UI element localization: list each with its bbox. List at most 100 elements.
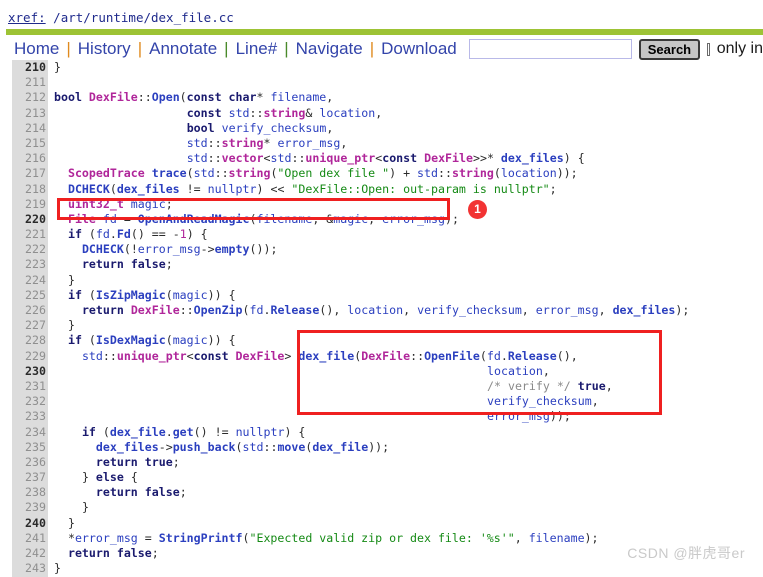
code-line: 229 std::unique_ptr<const DexFile> dex_f…: [0, 349, 763, 364]
line-number[interactable]: 217: [12, 166, 46, 181]
line-number[interactable]: 219: [12, 197, 46, 212]
line-number[interactable]: 234: [12, 425, 46, 440]
search-button[interactable]: Search: [638, 38, 701, 60]
code-line: 214 bool verify_checksum,: [0, 121, 763, 136]
xref-label: xref:: [8, 10, 46, 25]
line-content: location,: [487, 363, 550, 378]
code-line: 220 File fd = OpenAndReadMagic(filename,…: [0, 212, 763, 227]
line-number[interactable]: 241: [12, 531, 46, 546]
code-line: 221 if (fd.Fd() == -1) {: [0, 227, 763, 242]
line-content: }: [67, 318, 75, 333]
code-line: 223 return false;: [0, 257, 763, 272]
line-number[interactable]: 238: [12, 485, 46, 500]
line-content: bool DexFile::Open(const char* filename,: [54, 90, 334, 105]
code-line: 224 }: [0, 273, 763, 288]
breadcrumb: xref: /art/runtime/dex_file.cc: [8, 10, 234, 25]
nav-link-download[interactable]: Download: [375, 39, 463, 59]
code-line: 211: [0, 75, 763, 90]
line-number[interactable]: 216: [12, 151, 46, 166]
code-line: 217 ScopedTrace trace(std::string("Open …: [0, 166, 763, 181]
line-number[interactable]: 212: [12, 90, 46, 105]
line-number[interactable]: 215: [12, 136, 46, 151]
nav-link-home[interactable]: Home: [0, 39, 65, 59]
code-line: 230 location,: [0, 364, 763, 379]
line-content: return false;: [67, 546, 159, 560]
line-number[interactable]: 224: [12, 273, 46, 288]
code-line: 222 DCHECK(!error_msg->empty());: [0, 242, 763, 257]
line-number[interactable]: 236: [12, 455, 46, 470]
code-line: 219 uint32_t magic;: [0, 197, 763, 212]
source-code-viewer[interactable]: 210} 211 212 bool DexFile::Open(const char*…: [0, 60, 763, 577]
line-content: if (IsDexMagic(magic)) {: [67, 333, 236, 348]
code-line: 233 error_msg));: [0, 409, 763, 424]
line-content: }: [54, 60, 61, 74]
line-content: }: [67, 515, 75, 530]
line-number[interactable]: 229: [12, 349, 46, 364]
code-line: 234 if (dex_file.get() != nullptr) {: [0, 425, 763, 440]
code-line: 216 std::vector<std::unique_ptr<const De…: [0, 151, 763, 166]
code-line: 239 }: [0, 500, 763, 515]
code-line: 213 const std::string& location,: [0, 106, 763, 121]
line-number[interactable]: 239: [12, 500, 46, 515]
nav-link-annotate[interactable]: Annotate: [143, 39, 223, 59]
line-number[interactable]: 240: [12, 516, 46, 531]
line-number[interactable]: 228: [12, 333, 46, 348]
line-number[interactable]: 221: [12, 227, 46, 242]
search-input[interactable]: [468, 39, 632, 59]
code-line: 236 return true;: [0, 455, 763, 470]
line-number[interactable]: 226: [12, 303, 46, 318]
line-number[interactable]: 222: [12, 242, 46, 257]
line-content: const std::string& location,: [186, 105, 383, 120]
line-number[interactable]: 211: [12, 75, 46, 90]
code-line: 240 }: [0, 516, 763, 531]
nav-link-linenum[interactable]: Line#: [230, 39, 284, 59]
line-number[interactable]: 227: [12, 318, 46, 333]
line-content: std::vector<std::unique_ptr<const DexFil…: [186, 151, 585, 166]
line-content: }: [67, 272, 75, 287]
line-content: std::string* error_msg,: [186, 135, 348, 150]
line-content: std::unique_ptr<const DexFile> dex_file(…: [81, 348, 578, 363]
only-in-label: only in: [716, 40, 763, 57]
code-line: 215 std::string* error_msg,: [0, 136, 763, 151]
nav-link-history[interactable]: History: [72, 39, 137, 59]
accent-divider: [6, 29, 763, 35]
line-number[interactable]: 242: [12, 546, 46, 561]
line-number[interactable]: 210: [12, 60, 46, 75]
code-line: 210}: [0, 60, 763, 75]
line-number[interactable]: 213: [12, 106, 46, 121]
line-content: return false;: [95, 485, 187, 500]
line-number[interactable]: 237: [12, 470, 46, 485]
line-number[interactable]: 231: [12, 379, 46, 394]
line-content: DCHECK(dex_files != nullptr) << "DexFile…: [67, 181, 557, 196]
line-number[interactable]: 225: [12, 288, 46, 303]
line-content: return false;: [81, 257, 173, 272]
line-number[interactable]: 233: [12, 409, 46, 424]
line-number[interactable]: 230: [12, 364, 46, 379]
code-line: 228 if (IsDexMagic(magic)) {: [0, 333, 763, 348]
code-line: 225 if (IsZipMagic(magic)) {: [0, 288, 763, 303]
code-line: 235 dex_files->push_back(std::move(dex_f…: [0, 440, 763, 455]
code-lines: 210} 211 212 bool DexFile::Open(const char*…: [0, 60, 763, 577]
line-content: uint32_t magic;: [67, 196, 173, 211]
file-path: /art/runtime/dex_file.cc: [53, 10, 234, 25]
line-content: if (dex_file.get() != nullptr) {: [81, 424, 306, 439]
line-number[interactable]: 214: [12, 121, 46, 136]
line-content: return DexFile::OpenZip(fd.Release(), lo…: [81, 303, 690, 317]
code-line: 237 } else {: [0, 470, 763, 485]
line-content: DCHECK(!error_msg->empty());: [81, 242, 278, 257]
annotation-badge-1: 1: [468, 200, 487, 219]
nav-link-navigate[interactable]: Navigate: [290, 39, 369, 59]
line-number[interactable]: 232: [12, 394, 46, 409]
line-number[interactable]: 243: [12, 561, 46, 576]
code-line: 231 /* verify */ true,: [0, 379, 763, 394]
line-number[interactable]: 235: [12, 440, 46, 455]
code-line: 212 bool DexFile::Open(const char* filena…: [0, 90, 763, 105]
line-number[interactable]: 220: [12, 212, 46, 227]
line-content: bool verify_checksum,: [186, 120, 334, 135]
line-content: return true;: [95, 454, 180, 469]
only-in-checkbox[interactable]: [707, 42, 710, 56]
line-number[interactable]: 223: [12, 257, 46, 272]
code-line: 243}: [0, 561, 763, 576]
line-number[interactable]: 218: [12, 182, 46, 197]
main-nav: Home | History | Annotate | Line# | Navi…: [0, 36, 763, 62]
